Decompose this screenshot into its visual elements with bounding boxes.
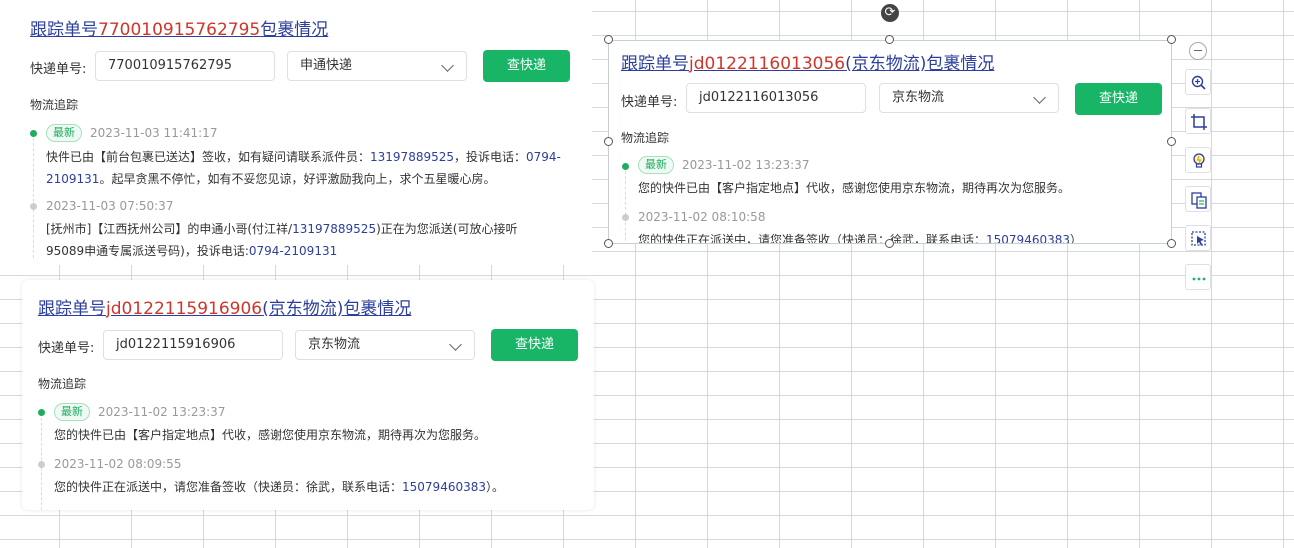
tracking-card-3[interactable]: 跟踪单号jd0122115916906(京东物流)包裹情况 快递单号: jd01… [22,280,594,510]
carrier-value: 申通快递 [300,58,353,73]
tracking-input[interactable]: jd0122116013056 [686,83,866,113]
resize-handle[interactable] [1167,35,1176,44]
query-button[interactable]: 查快递 [483,50,570,82]
tracking-card-1[interactable]: 跟踪单号770010915762795包裹情况 快递单号: 7700109157… [0,0,592,265]
event-time: 2023-11-02 13:23:37 [98,405,226,419]
timeline-line [625,171,626,243]
convert-icon[interactable] [1185,186,1211,212]
event-description: [抚州市]【江西抚州公司】的申通小哥(付江祥/13197889525)正在为您派… [46,222,518,258]
carrier-select[interactable]: 京东物流 [879,83,1059,113]
tracking-card-2[interactable]: 跟踪单号jd0122116013056(京东物流)包裹情况 快递单号: jd01… [608,40,1172,244]
resize-handle[interactable] [885,35,894,44]
resize-handle[interactable] [885,239,894,248]
event-time: 2023-11-03 11:41:17 [90,126,218,140]
tracking-input[interactable]: 770010915762795 [95,51,275,81]
event-time: 2023-11-02 08:10:58 [638,210,766,224]
event-time: 2023-11-03 07:50:37 [46,199,174,213]
resize-handle[interactable] [604,35,613,44]
chevron-down-icon [449,338,462,351]
event-description: 快件已由【前台包裹已送达】签收，如有疑问请联系派件员：13197889525，投… [46,150,561,186]
query-button[interactable]: 查快递 [491,329,578,361]
more-icon[interactable] [1185,264,1211,290]
card-title[interactable]: 跟踪单号jd0122115916906(京东物流)包裹情况 [38,294,411,319]
section-title: 物流追踪 [621,131,670,145]
timeline-dot [622,214,629,221]
tracking-number: jd0122116013056 [689,54,846,74]
tracking-label: 快递单号: [621,95,678,110]
section-title: 物流追踪 [38,377,87,391]
event-time: 2023-11-02 08:09:55 [54,457,182,471]
chevron-down-icon [1033,91,1046,104]
query-button[interactable]: 查快递 [1075,83,1162,115]
chevron-down-icon [441,59,454,72]
rotate-handle-icon[interactable]: ⟳ [881,4,899,22]
timeline-line [33,138,34,258]
timeline-dot-latest [38,409,45,416]
tracking-label: 快递单号: [30,62,87,77]
timeline-dot-latest [622,163,629,170]
event-description: 您的快件正在派送中，请您准备签收（快递员：徐武，联系电话：15079460383… [54,480,505,494]
carrier-value: 京东物流 [892,90,945,105]
card-title[interactable]: 跟踪单号770010915762795包裹情况 [30,15,328,40]
timeline-dot-latest [30,130,37,137]
resize-handle[interactable] [604,137,613,146]
event-description: 您的快件已由【客户指定地点】代收，感谢您使用京东物流，期待再次为您服务。 [54,428,487,442]
event-description: 您的快件已由【客户指定地点】代收，感谢您使用京东物流，期待再次为您服务。 [638,181,1071,195]
event-description: 您的快件正在派送中，请您准备签收（快递员：徐武，联系电话：15079460383… [638,233,1083,244]
carrier-select[interactable]: 申通快递 [287,51,467,81]
carrier-select[interactable]: 京东物流 [295,330,475,360]
collapse-icon[interactable] [1189,42,1207,60]
select-icon[interactable] [1185,225,1211,251]
section-title: 物流追踪 [30,98,79,112]
event-time: 2023-11-02 13:23:37 [682,158,810,172]
resize-handle[interactable] [1167,239,1176,248]
zoom-in-icon[interactable] [1185,69,1211,95]
tracking-number: jd0122115916906 [106,299,263,319]
resize-handle[interactable] [604,239,613,248]
latest-badge: 最新 [638,156,674,174]
idea-icon[interactable] [1185,147,1211,173]
tracking-input[interactable]: jd0122115916906 [103,330,283,360]
tracking-number: 770010915762795 [98,20,261,40]
timeline-dot [38,461,45,468]
latest-badge: 最新 [54,403,90,421]
resize-handle[interactable] [1167,137,1176,146]
carrier-value: 京东物流 [308,337,361,352]
crop-icon[interactable] [1185,108,1211,134]
tracking-label: 快递单号: [38,341,95,356]
latest-badge: 最新 [46,124,82,142]
timeline-dot [30,203,37,210]
card-title[interactable]: 跟踪单号jd0122116013056(京东物流)包裹情况 [621,49,994,74]
